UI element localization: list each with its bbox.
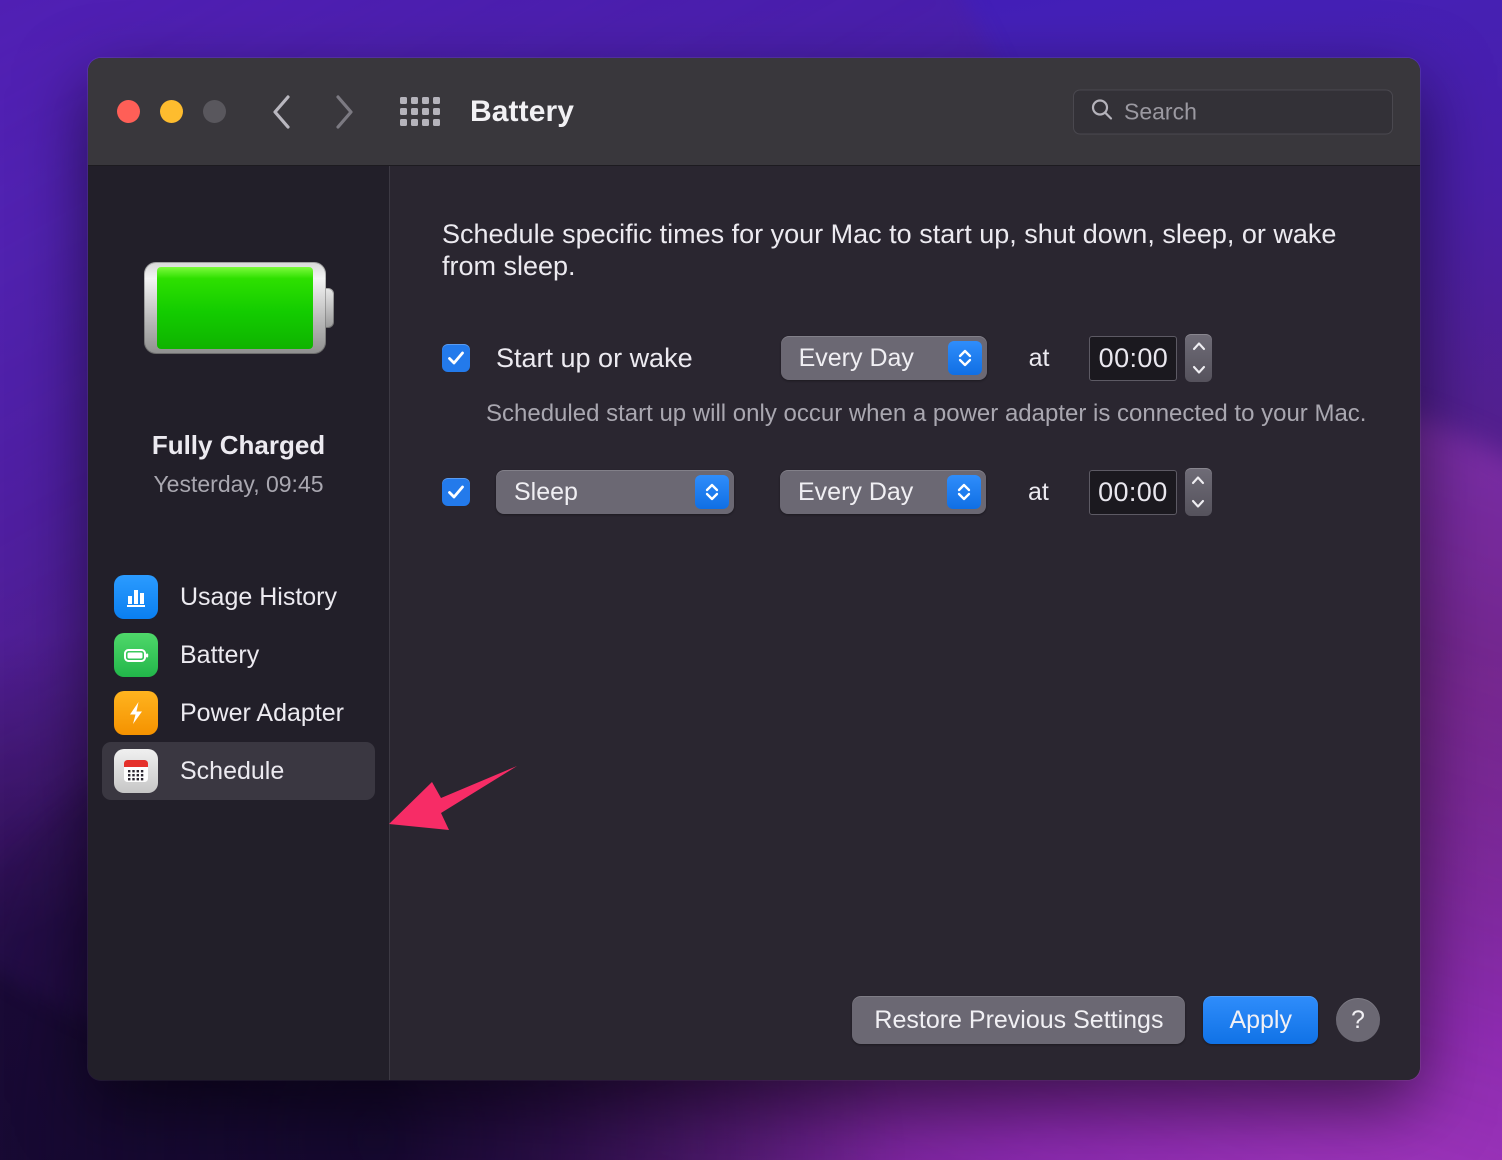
zoom-button[interactable] [203, 100, 226, 123]
startup-row: Start up or wake Every Day at 00:00 [442, 334, 1380, 382]
sidebar-nav-list: Usage History Battery [88, 568, 389, 800]
bar-chart-icon [114, 575, 158, 619]
sidebar-item-usage-history[interactable]: Usage History [102, 568, 375, 626]
pane-description: Schedule specific times for your Mac to … [442, 218, 1372, 282]
sleep-time-input[interactable]: 00:00 [1089, 470, 1177, 515]
chevron-up-down-icon [695, 475, 729, 509]
chevron-right-icon[interactable] [333, 94, 355, 130]
chevron-up-down-icon [947, 475, 981, 509]
minimize-button[interactable] [160, 100, 183, 123]
footer-buttons: Restore Previous Settings Apply ? [852, 996, 1380, 1044]
help-button[interactable]: ? [1336, 998, 1380, 1042]
bolt-icon [114, 691, 158, 735]
search-field[interactable]: Search [1073, 89, 1393, 134]
startup-time-stepper[interactable] [1185, 334, 1212, 382]
sleep-row: Sleep Every Day [442, 468, 1380, 516]
sleep-time-value: 00:00 [1098, 477, 1168, 508]
chevron-up-down-icon [948, 341, 982, 375]
sleep-checkbox[interactable] [442, 478, 470, 506]
traffic-light-group [117, 100, 226, 123]
battery-full-icon [144, 262, 334, 354]
sidebar-item-label: Power Adapter [180, 699, 344, 728]
navigation-buttons [271, 94, 355, 130]
startup-hint-text: Scheduled start up will only occur when … [486, 400, 1380, 428]
sleep-day-value: Every Day [798, 478, 913, 507]
battery-icon [114, 633, 158, 677]
sleep-action-value: Sleep [514, 478, 578, 507]
startup-day-value: Every Day [799, 344, 914, 373]
close-button[interactable] [117, 100, 140, 123]
search-placeholder: Search [1124, 98, 1197, 125]
main-pane: Schedule specific times for your Mac to … [390, 166, 1420, 1080]
window-titlebar: Battery Search [88, 58, 1420, 166]
calendar-icon [114, 749, 158, 793]
sleep-time-stepper[interactable] [1185, 468, 1212, 516]
sidebar: Fully Charged Yesterday, 09:45 Usage His… [88, 166, 390, 1080]
sidebar-item-battery[interactable]: Battery [102, 626, 375, 684]
sleep-day-select[interactable]: Every Day [780, 470, 986, 514]
startup-at-label: at [1029, 344, 1050, 373]
sidebar-item-schedule[interactable]: Schedule [102, 742, 375, 800]
sidebar-item-label: Battery [180, 641, 259, 670]
sidebar-item-power-adapter[interactable]: Power Adapter [102, 684, 375, 742]
sidebar-item-label: Usage History [180, 583, 337, 612]
page-title: Battery [470, 95, 574, 129]
startup-time-value: 00:00 [1099, 343, 1169, 374]
startup-day-select[interactable]: Every Day [781, 336, 987, 380]
startup-checkbox[interactable] [442, 344, 470, 372]
startup-label: Start up or wake [496, 343, 693, 374]
sleep-at-label: at [1028, 478, 1049, 507]
chevron-left-icon[interactable] [271, 94, 293, 130]
grid-icon[interactable] [400, 96, 442, 128]
restore-previous-settings-button[interactable]: Restore Previous Settings [852, 996, 1185, 1044]
battery-last-charged-label: Yesterday, 09:45 [88, 471, 389, 498]
sleep-action-select[interactable]: Sleep [496, 470, 734, 514]
system-preferences-window: Battery Search Fully Charged Yesterday, … [88, 58, 1420, 1080]
startup-time-input[interactable]: 00:00 [1089, 336, 1177, 381]
window-content: Fully Charged Yesterday, 09:45 Usage His… [88, 166, 1420, 1080]
battery-status-label: Fully Charged [88, 430, 389, 461]
apply-button[interactable]: Apply [1203, 996, 1318, 1044]
search-icon [1090, 97, 1114, 126]
sidebar-item-label: Schedule [180, 757, 284, 786]
